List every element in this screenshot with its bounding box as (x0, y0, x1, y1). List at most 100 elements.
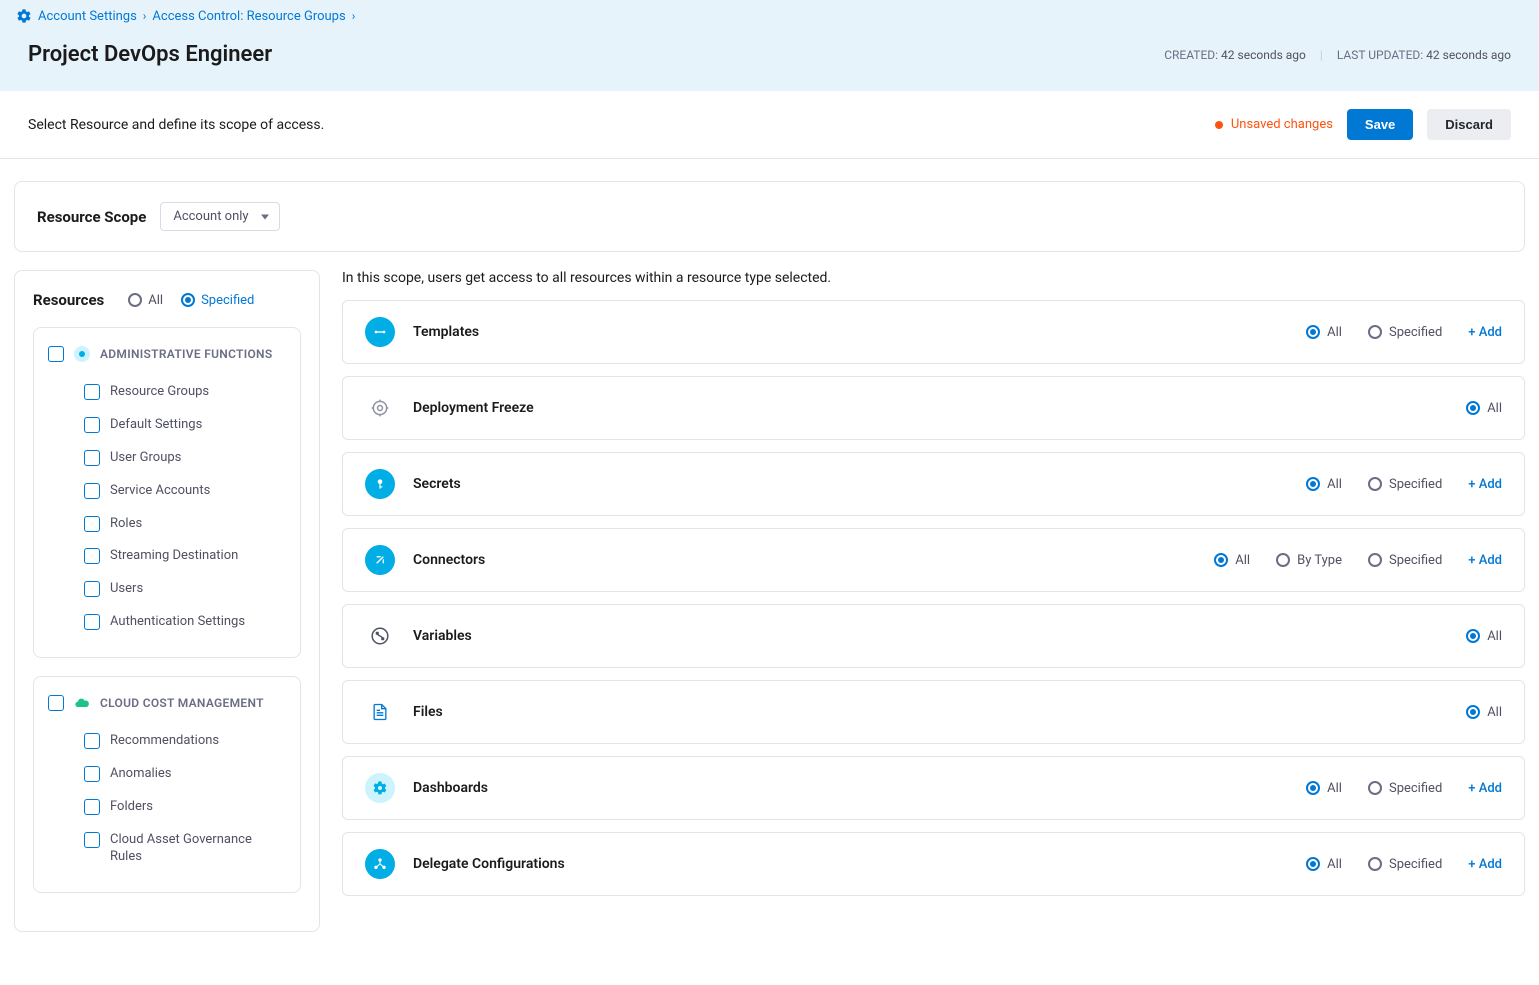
resource-scope-card: Resource Scope Account only (14, 181, 1525, 252)
breadcrumb-section-link[interactable]: Access Control: Resource Groups (152, 9, 345, 24)
resource-name: Files (413, 704, 443, 720)
option-specified[interactable]: Specified (1368, 553, 1442, 568)
item-checkbox[interactable] (84, 614, 100, 630)
item-checkbox[interactable] (84, 733, 100, 749)
resource-row: Dashboards All Specified + Add (342, 756, 1525, 820)
option-label: Specified (1389, 857, 1442, 872)
item-checkbox[interactable] (84, 483, 100, 499)
item-checkbox[interactable] (84, 766, 100, 782)
breadcrumb: Account Settings › Access Control: Resou… (0, 8, 1539, 24)
item-checkbox[interactable] (84, 417, 100, 433)
option-label: Specified (1389, 781, 1442, 796)
resource-row: Secrets All Specified + Add (342, 452, 1525, 516)
option-label: All (1487, 705, 1502, 720)
item-label: User Groups (110, 450, 181, 467)
resource-checkbox-item[interactable]: Anomalies (48, 758, 286, 791)
resource-options: All (1466, 401, 1502, 416)
option-label: All (1327, 857, 1342, 872)
option-label: By Type (1297, 553, 1342, 568)
resource-checkbox-item[interactable]: Recommendations (48, 725, 286, 758)
resource-checkbox-item[interactable]: Cloud Asset Governance Rules (48, 824, 286, 874)
resource-options: All Specified + Add (1306, 325, 1502, 340)
resource-options: All Specified + Add (1306, 857, 1502, 872)
option-specified[interactable]: Specified (1368, 477, 1442, 492)
item-label: Anomalies (110, 766, 171, 783)
created-label: CREATED: (1164, 48, 1218, 62)
resource-checkbox-item[interactable]: Folders (48, 791, 286, 824)
discard-button[interactable]: Discard (1427, 109, 1511, 140)
item-checkbox[interactable] (84, 450, 100, 466)
updated-label: LAST UPDATED: (1337, 48, 1423, 62)
option-all[interactable]: All (1306, 781, 1342, 796)
item-checkbox[interactable] (84, 581, 100, 597)
radio-specified-label: Specified (201, 293, 254, 308)
resources-sidebar: Resources All Specified ADMINISTRATIVE F… (14, 270, 320, 932)
add-link[interactable]: + Add (1468, 325, 1502, 340)
item-label: Service Accounts (110, 483, 210, 500)
delegate-icon (365, 849, 395, 879)
option-all[interactable]: All (1306, 325, 1342, 340)
option-label: All (1487, 629, 1502, 644)
item-label: Recommendations (110, 733, 219, 750)
group-checkbox[interactable] (48, 695, 64, 711)
scope-note: In this scope, users get access to all r… (342, 270, 1525, 286)
item-label: Resource Groups (110, 384, 209, 401)
group-checkbox[interactable] (48, 346, 64, 362)
item-checkbox[interactable] (84, 548, 100, 564)
option-all[interactable]: All (1214, 553, 1250, 568)
group-card-ccm: CLOUD COST MANAGEMENTRecommendationsAnom… (33, 676, 301, 892)
option-label: Specified (1389, 325, 1442, 340)
option-specified[interactable]: Specified (1368, 325, 1442, 340)
resource-checkbox-item[interactable]: User Groups (48, 442, 286, 475)
item-checkbox[interactable] (84, 832, 100, 848)
item-label: Authentication Settings (110, 614, 245, 631)
radio-specified[interactable]: Specified (181, 293, 254, 308)
add-link[interactable]: + Add (1468, 781, 1502, 796)
resource-checkbox-item[interactable]: Authentication Settings (48, 606, 286, 639)
resource-checkbox-item[interactable]: Default Settings (48, 409, 286, 442)
option-specified[interactable]: Specified (1368, 857, 1442, 872)
scope-select[interactable]: Account only (160, 202, 279, 231)
option-by_type[interactable]: By Type (1276, 553, 1342, 568)
page-title: Project DevOps Engineer (28, 42, 272, 67)
meta-info: CREATED: 42 seconds ago | LAST UPDATED: … (1164, 48, 1511, 62)
resource-checkbox-item[interactable]: Streaming Destination (48, 540, 286, 573)
option-label: Specified (1389, 477, 1442, 492)
radio-all[interactable]: All (128, 293, 163, 308)
resource-row: Deployment FreezeAll (342, 376, 1525, 440)
option-all[interactable]: All (1466, 401, 1502, 416)
option-label: Specified (1389, 553, 1442, 568)
item-checkbox[interactable] (84, 384, 100, 400)
item-label: Cloud Asset Governance Rules (110, 832, 286, 866)
add-link[interactable]: + Add (1468, 553, 1502, 568)
scope-label: Resource Scope (37, 208, 146, 226)
resource-checkbox-item[interactable]: Users (48, 573, 286, 606)
option-all[interactable]: All (1306, 477, 1342, 492)
item-label: Folders (110, 799, 153, 816)
resources-heading: Resources (33, 291, 104, 309)
category-icon (74, 346, 90, 362)
resource-checkbox-item[interactable]: Service Accounts (48, 475, 286, 508)
option-all[interactable]: All (1306, 857, 1342, 872)
item-label: Default Settings (110, 417, 202, 434)
option-all[interactable]: All (1466, 705, 1502, 720)
resource-name: Dashboards (413, 780, 488, 796)
resource-checkbox-item[interactable]: Roles (48, 508, 286, 541)
resource-row: VariablesAll (342, 604, 1525, 668)
option-all[interactable]: All (1466, 629, 1502, 644)
save-button[interactable]: Save (1347, 109, 1413, 140)
add-link[interactable]: + Add (1468, 477, 1502, 492)
unsaved-dot-icon (1215, 121, 1223, 129)
breadcrumb-root-link[interactable]: Account Settings (38, 9, 137, 24)
resource-checkbox-item[interactable]: Resource Groups (48, 376, 286, 409)
resource-name: Secrets (413, 476, 461, 492)
add-link[interactable]: + Add (1468, 857, 1502, 872)
item-checkbox[interactable] (84, 799, 100, 815)
resource-row: Files All (342, 680, 1525, 744)
resource-options: All Specified + Add (1306, 477, 1502, 492)
dashboards-icon (365, 773, 395, 803)
item-checkbox[interactable] (84, 516, 100, 532)
radio-all-label: All (148, 293, 163, 308)
chevron-right-icon: › (352, 9, 356, 23)
option-specified[interactable]: Specified (1368, 781, 1442, 796)
